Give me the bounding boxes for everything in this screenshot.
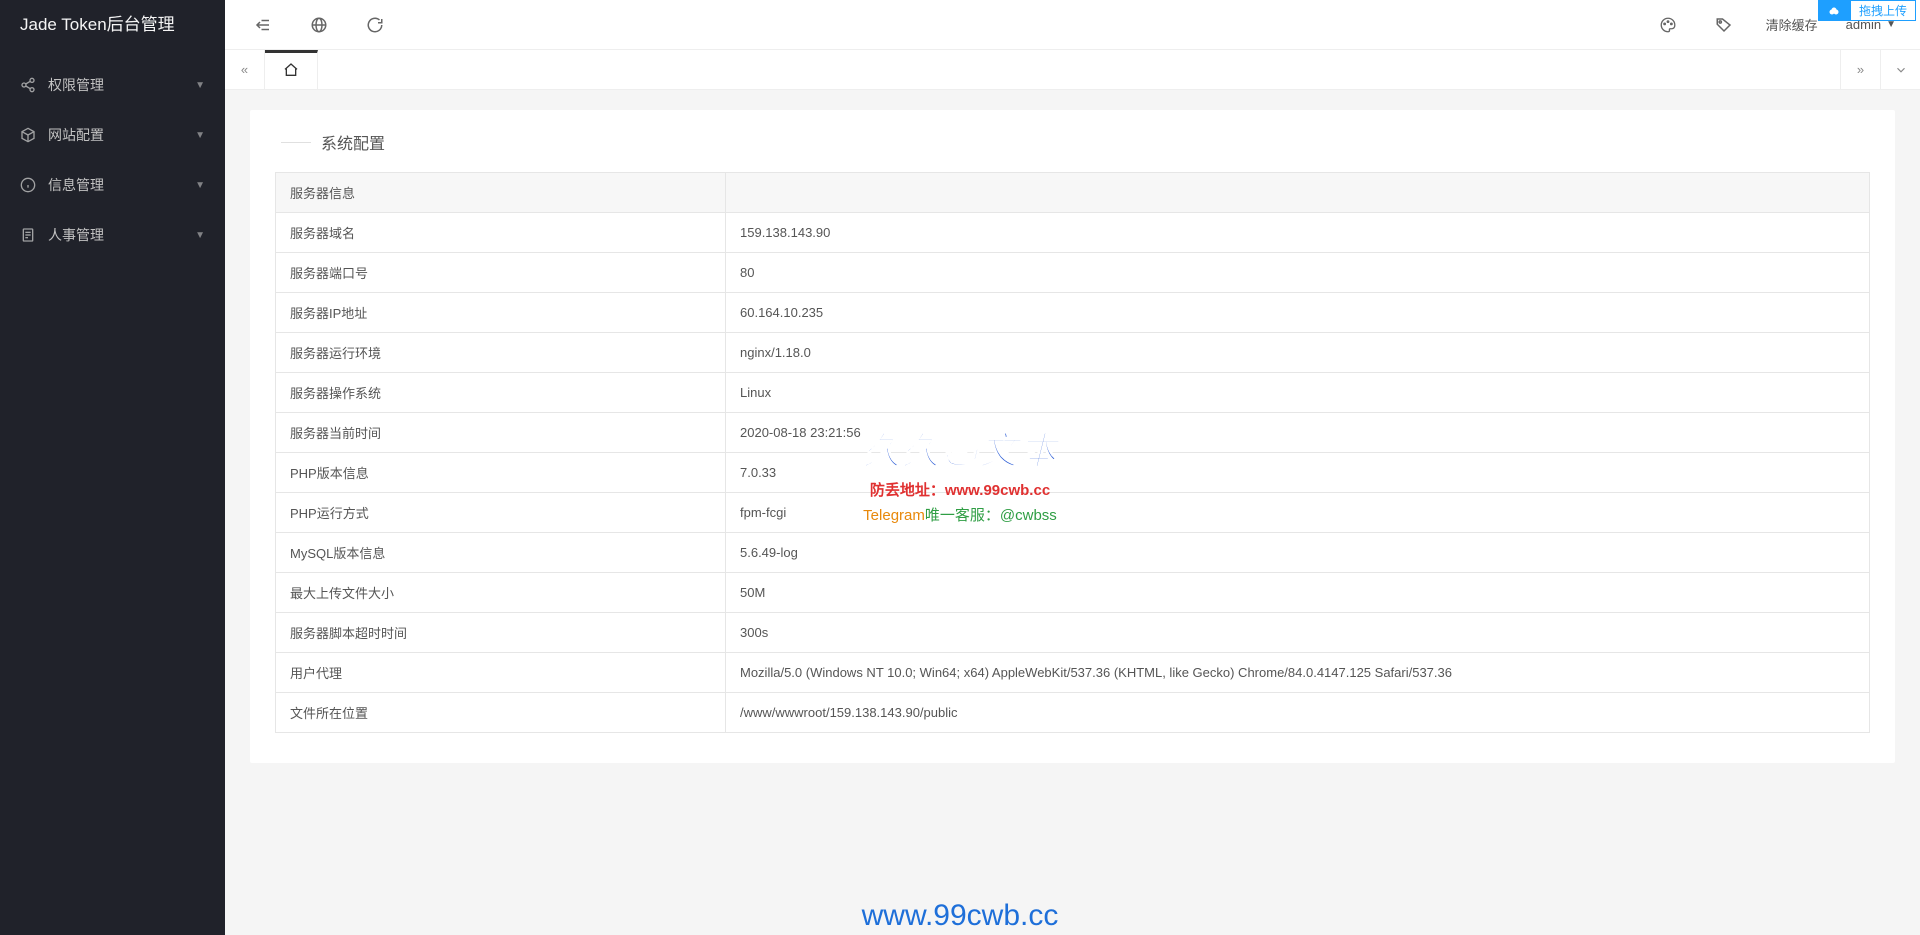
- doc-icon: [20, 227, 36, 243]
- server-info-table: 服务器信息 服务器域名159.138.143.90服务器端口号80服务器IP地址…: [275, 172, 1870, 733]
- table-cell-key: 用户代理: [276, 653, 726, 693]
- sidebar-item-label: 人事管理: [48, 225, 195, 245]
- table-row: MySQL版本信息5.6.49-log: [276, 533, 1870, 573]
- main-area: 清除缓存 admin▼ « » 系统配置 服务器信息 服务器域名159.138.…: [225, 0, 1920, 935]
- table-cell-value: 60.164.10.235: [726, 293, 1870, 333]
- app-title: Jade Token后台管理: [0, 0, 225, 50]
- table-cell-key: 服务器当前时间: [276, 413, 726, 453]
- table-row: PHP运行方式fpm-fcgi: [276, 493, 1870, 533]
- table-row: 服务器运行环境nginx/1.18.0: [276, 333, 1870, 373]
- tabs: [265, 50, 1840, 89]
- cloud-icon: [1818, 0, 1850, 21]
- tab-more-menu[interactable]: [1880, 50, 1920, 89]
- table-cell-value: 300s: [726, 613, 1870, 653]
- table-cell-key: 最大上传文件大小: [276, 573, 726, 613]
- table-cell-key: 服务器运行环境: [276, 333, 726, 373]
- sidebar-menu: 权限管理 ▼ 网站配置 ▼ 信息管理 ▼ 人事管理 ▼: [0, 50, 225, 260]
- card-title: 系统配置: [275, 130, 1870, 154]
- table-cell-value: 2020-08-18 23:21:56: [726, 413, 1870, 453]
- table-cell-value: nginx/1.18.0: [726, 333, 1870, 373]
- table-cell-key: 服务器操作系统: [276, 373, 726, 413]
- globe-icon[interactable]: [299, 0, 339, 50]
- table-row: 文件所在位置/www/wwwroot/159.138.143.90/public: [276, 693, 1870, 733]
- refresh-icon[interactable]: [355, 0, 395, 50]
- table-row: 服务器当前时间2020-08-18 23:21:56: [276, 413, 1870, 453]
- table-row: 服务器域名159.138.143.90: [276, 213, 1870, 253]
- header-left: [235, 0, 1640, 50]
- table-row: PHP版本信息7.0.33: [276, 453, 1870, 493]
- sidebar-item-info-mgmt[interactable]: 信息管理 ▼: [0, 160, 225, 210]
- table-cell-key: PHP版本信息: [276, 453, 726, 493]
- table-cell-value: 80: [726, 253, 1870, 293]
- info-icon: [20, 177, 36, 193]
- tab-scroll-right[interactable]: »: [1840, 50, 1880, 89]
- sidebar-item-hr-mgmt[interactable]: 人事管理 ▼: [0, 210, 225, 260]
- sidebar: Jade Token后台管理 权限管理 ▼ 网站配置 ▼ 信息管理 ▼ 人事管理…: [0, 0, 225, 935]
- chevron-down-icon: ▼: [195, 230, 205, 241]
- tab-scroll-left[interactable]: «: [225, 50, 265, 89]
- table-cell-key: 服务器脚本超时时间: [276, 613, 726, 653]
- table-cell-value: 50M: [726, 573, 1870, 613]
- share-icon: [20, 77, 36, 93]
- table-cell-value: 7.0.33: [726, 453, 1870, 493]
- sidebar-item-site-config[interactable]: 网站配置 ▼: [0, 110, 225, 160]
- table-row: 服务器操作系统Linux: [276, 373, 1870, 413]
- table-cell-key: 文件所在位置: [276, 693, 726, 733]
- tab-bar: « »: [225, 50, 1920, 90]
- cube-icon: [20, 127, 36, 143]
- table-cell-value: fpm-fcgi: [726, 493, 1870, 533]
- table-cell-key: MySQL版本信息: [276, 533, 726, 573]
- system-config-card: 系统配置 服务器信息 服务器域名159.138.143.90服务器端口号80服务…: [250, 110, 1895, 763]
- sidebar-item-label: 网站配置: [48, 125, 195, 145]
- upload-badge[interactable]: 拖拽上传: [1818, 0, 1916, 21]
- table-row: 服务器端口号80: [276, 253, 1870, 293]
- table-cell-value: 5.6.49-log: [726, 533, 1870, 573]
- table-row: 最大上传文件大小50M: [276, 573, 1870, 613]
- table-cell-key: 服务器IP地址: [276, 293, 726, 333]
- home-icon: [283, 62, 299, 81]
- header: 清除缓存 admin▼: [225, 0, 1920, 50]
- sidebar-item-label: 权限管理: [48, 75, 195, 95]
- table-cell-key: 服务器端口号: [276, 253, 726, 293]
- table-row: 服务器IP地址60.164.10.235: [276, 293, 1870, 333]
- sidebar-item-permissions[interactable]: 权限管理 ▼: [0, 60, 225, 110]
- table-cell-key: PHP运行方式: [276, 493, 726, 533]
- menu-fold-icon[interactable]: [243, 0, 283, 50]
- table-row: 服务器脚本超时时间300s: [276, 613, 1870, 653]
- upload-badge-label: 拖拽上传: [1850, 0, 1916, 21]
- chevron-down-icon: ▼: [195, 80, 205, 91]
- table-header: 服务器信息: [276, 173, 726, 213]
- table-cell-key: 服务器域名: [276, 213, 726, 253]
- table-cell-value: 159.138.143.90: [726, 213, 1870, 253]
- chevron-down-icon: ▼: [195, 130, 205, 141]
- content: 系统配置 服务器信息 服务器域名159.138.143.90服务器端口号80服务…: [225, 90, 1920, 783]
- palette-icon[interactable]: [1648, 0, 1688, 50]
- table-cell-value: Mozilla/5.0 (Windows NT 10.0; Win64; x64…: [726, 653, 1870, 693]
- table-cell-value: /www/wwwroot/159.138.143.90/public: [726, 693, 1870, 733]
- tag-icon[interactable]: [1704, 0, 1744, 50]
- table-row: 用户代理Mozilla/5.0 (Windows NT 10.0; Win64;…: [276, 653, 1870, 693]
- chevron-down-icon: ▼: [195, 180, 205, 191]
- sidebar-item-label: 信息管理: [48, 175, 195, 195]
- table-cell-value: Linux: [726, 373, 1870, 413]
- tab-home[interactable]: [265, 50, 318, 89]
- table-header-empty: [726, 173, 1870, 213]
